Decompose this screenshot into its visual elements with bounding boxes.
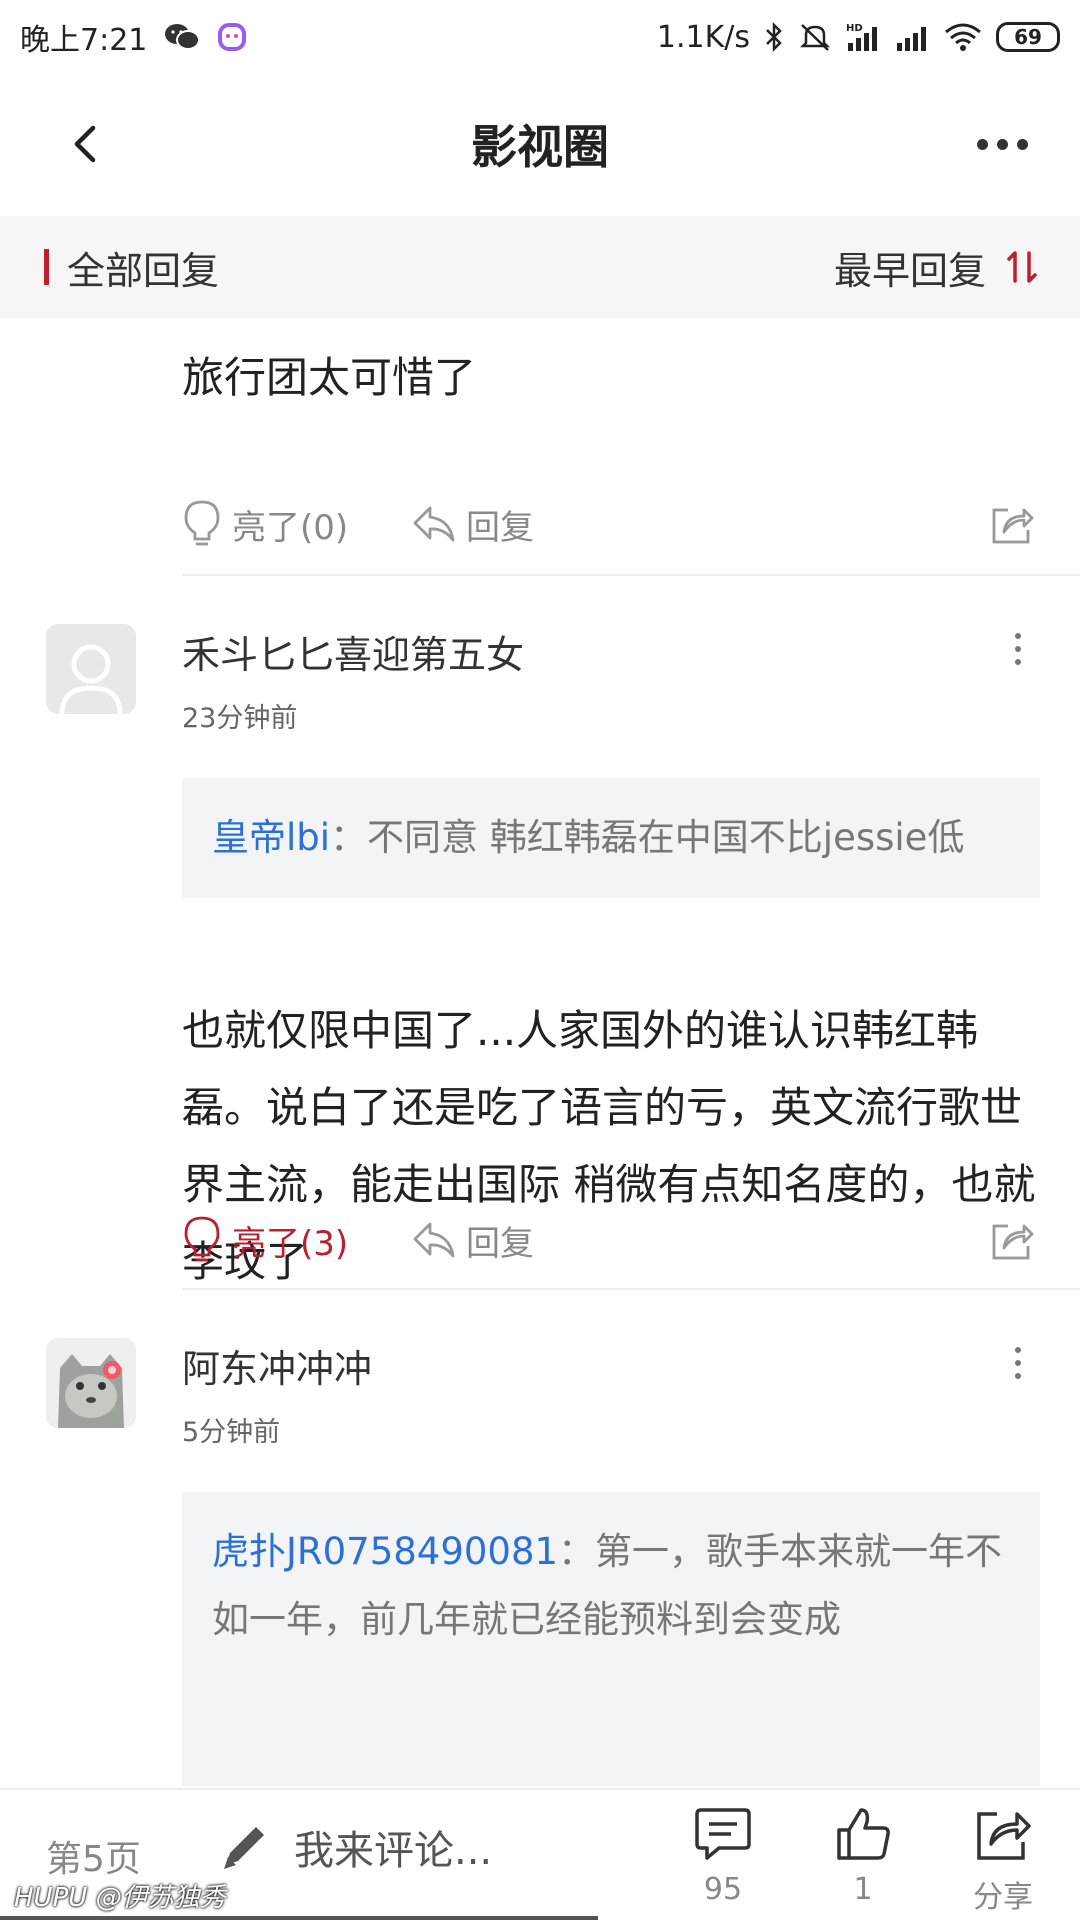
reply-arrow-icon bbox=[413, 1222, 455, 1258]
divider bbox=[182, 1288, 1080, 1290]
quoted-text: 不同意 韩红韩磊在中国不比jessie低 bbox=[367, 816, 965, 859]
reply-label: 回复 bbox=[466, 1223, 534, 1264]
soul-app-icon bbox=[217, 22, 247, 52]
watermark: HUPU @伊苏独秀 bbox=[14, 1877, 226, 1914]
more-vertical-icon bbox=[1015, 633, 1021, 639]
sort-order-button[interactable]: 最早回复 bbox=[834, 240, 986, 295]
comment-input[interactable]: 我来评论... bbox=[216, 1818, 492, 1876]
pencil-icon bbox=[224, 1827, 264, 1869]
wifi-icon bbox=[944, 21, 982, 53]
share-label: 分享 bbox=[973, 1880, 1033, 1915]
sort-bar: 全部回复 最早回复 bbox=[0, 216, 1080, 318]
more-vertical-icon bbox=[1015, 1347, 1021, 1353]
share-button[interactable]: 分享 bbox=[948, 1804, 1058, 1916]
network-speed: 1.1K/s bbox=[656, 19, 750, 55]
bluetooth-icon bbox=[764, 21, 784, 53]
share-reply-button[interactable] bbox=[990, 502, 1034, 546]
share-reply-button[interactable] bbox=[990, 1218, 1034, 1262]
reply-content: 旅行团太可惜了 bbox=[182, 353, 477, 402]
reply-actions: 亮了(0) 回复 bbox=[182, 494, 1042, 554]
bottom-bar: 第5页 我来评论... 95 1 分享 HUPU @伊苏独秀 bbox=[0, 1788, 1080, 1920]
share-icon bbox=[992, 1224, 1034, 1260]
mute-icon bbox=[798, 21, 832, 53]
username[interactable]: 阿东冲冲冲 bbox=[182, 1338, 372, 1393]
timestamp: 5分钟前 bbox=[182, 1417, 281, 1448]
header: 影视圈 bbox=[0, 74, 1080, 214]
status-time: 晚上7:21 bbox=[20, 23, 148, 58]
quoted-reply[interactable]: 虎扑JR0758490081：第一，歌手本来就一年不如一年，前几年就已经能预料到… bbox=[182, 1492, 1040, 1786]
status-bar: 晚上7:21 1.1K/s HD 69 bbox=[0, 0, 1080, 74]
reply-menu-button[interactable] bbox=[1008, 624, 1028, 674]
quote-separator: ： bbox=[330, 816, 368, 859]
quoted-username[interactable]: 虎扑JR0758490081 bbox=[212, 1530, 558, 1573]
light-count: 亮了(0) bbox=[232, 507, 349, 548]
lightbulb-icon bbox=[184, 1216, 220, 1262]
more-horizontal-icon bbox=[976, 138, 988, 150]
page-indicator[interactable]: 第5页 bbox=[46, 1830, 141, 1882]
svg-text:HD: HD bbox=[846, 23, 863, 34]
back-button[interactable] bbox=[56, 116, 112, 172]
comments-button[interactable]: 95 bbox=[668, 1804, 778, 1907]
timestamp: 23分钟前 bbox=[182, 703, 298, 734]
thumbs-up-icon bbox=[837, 1808, 890, 1860]
username[interactable]: 禾斗匕匕喜迎第五女 bbox=[182, 624, 524, 679]
like-button[interactable]: 1 bbox=[808, 1804, 918, 1907]
avatar[interactable] bbox=[46, 624, 136, 714]
like-count: 1 bbox=[853, 1872, 873, 1907]
hd-signal-icon: HD bbox=[846, 21, 882, 53]
progress-indicator bbox=[0, 1916, 598, 1920]
share-icon bbox=[977, 1812, 1031, 1860]
signal-icon bbox=[896, 21, 930, 53]
reply-label: 回复 bbox=[466, 507, 534, 548]
share-icon bbox=[992, 508, 1034, 544]
page-title: 影视圈 bbox=[471, 120, 609, 174]
default-avatar-icon bbox=[59, 644, 123, 714]
more-button[interactable] bbox=[964, 116, 1040, 172]
comment-placeholder: 我来评论... bbox=[294, 1828, 493, 1874]
watermark-brand: HUPU bbox=[14, 1883, 88, 1913]
quote-separator: ： bbox=[558, 1530, 596, 1573]
chevron-left-icon bbox=[74, 125, 96, 163]
all-replies-label: 全部回复 bbox=[67, 248, 220, 293]
section-marker bbox=[44, 249, 49, 285]
reply-button[interactable]: 回复 bbox=[412, 1216, 534, 1265]
quoted-username[interactable]: 皇帝lbi bbox=[212, 816, 330, 859]
reply-menu-button[interactable] bbox=[1008, 1338, 1028, 1388]
cat-avatar-icon bbox=[46, 1338, 136, 1428]
comment-count: 95 bbox=[703, 1872, 743, 1907]
avatar[interactable] bbox=[46, 1338, 136, 1428]
light-button[interactable]: 亮了(3) bbox=[182, 1215, 352, 1265]
reply-button[interactable]: 回复 bbox=[412, 500, 534, 549]
quoted-reply[interactable]: 皇帝lbi：不同意 韩红韩磊在中国不比jessie低 bbox=[182, 778, 1040, 898]
divider bbox=[182, 574, 1080, 576]
wechat-icon bbox=[163, 21, 201, 53]
lightbulb-icon bbox=[184, 500, 220, 546]
light-count: 亮了(3) bbox=[232, 1223, 349, 1264]
reply-arrow-icon bbox=[413, 506, 455, 542]
reply-list: 旅行团太可惜了 亮了(0) 回复 禾斗匕匕喜迎第五女 23分钟前 皇帝lbi：不… bbox=[0, 318, 1080, 1786]
watermark-author: @伊苏独秀 bbox=[95, 1883, 226, 1913]
comment-bubble-icon bbox=[695, 1808, 751, 1860]
sort-toggle-icon[interactable] bbox=[1006, 247, 1038, 287]
battery-icon: 69 bbox=[996, 22, 1060, 52]
light-button[interactable]: 亮了(0) bbox=[182, 499, 352, 549]
reply-actions: 亮了(3) 回复 bbox=[182, 1210, 1042, 1270]
